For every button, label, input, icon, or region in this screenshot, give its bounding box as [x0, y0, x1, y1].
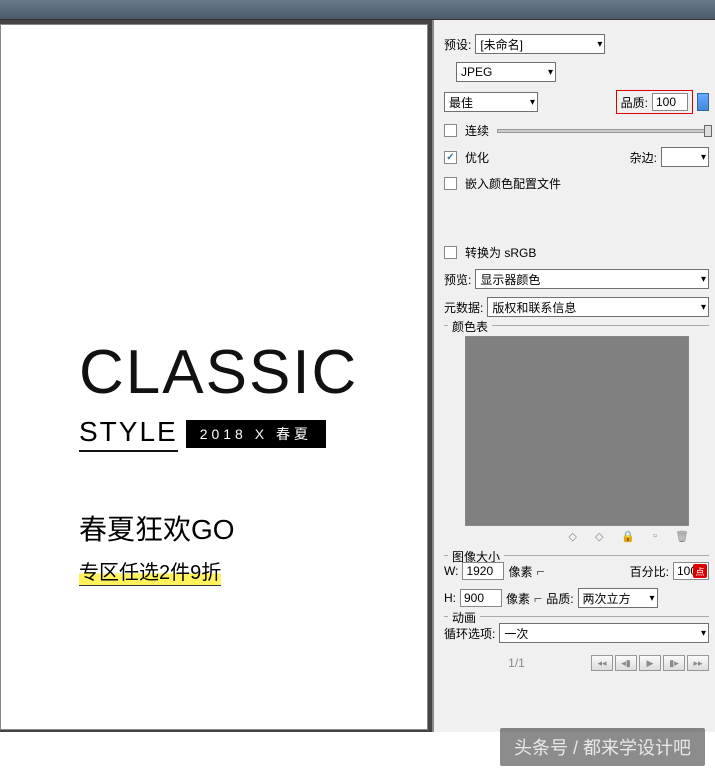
quality-preset-dropdown[interactable]: 最佳 [444, 92, 538, 112]
quality-stepper[interactable] [697, 93, 709, 111]
window-titlebar [0, 0, 715, 20]
animation-title: 动画 [448, 609, 480, 626]
ct-icon[interactable]: ◇ [568, 530, 576, 543]
convert-srgb-label: 转换为 sRGB [465, 244, 536, 261]
loop-dropdown[interactable]: 一次 [499, 623, 709, 643]
color-table[interactable] [465, 336, 689, 526]
format-dropdown[interactable]: JPEG [456, 62, 556, 82]
resample-label: 品质: [546, 590, 573, 607]
ct-icon[interactable]: ▫ [653, 530, 657, 543]
anim-play[interactable]: ▶ [639, 655, 661, 671]
height-unit: 像素 [506, 590, 530, 607]
export-panel: 预设: [未命名] JPEG 最佳 品质: 连续 优化 杂边: [432, 20, 715, 732]
color-table-title: 颜色表 [448, 318, 492, 335]
embed-profile-label: 嵌入颜色配置文件 [465, 175, 561, 192]
convert-srgb-checkbox[interactable] [444, 246, 457, 259]
ct-icon[interactable]: 🔒 [621, 530, 635, 543]
optimized-label: 优化 [465, 149, 489, 166]
width-unit: 像素 [508, 563, 532, 580]
width-input[interactable] [462, 562, 504, 580]
progressive-label: 连续 [465, 122, 489, 139]
artwork-classic: CLASSIC [79, 337, 358, 408]
canvas-preview: CLASSIC STYLE 2018 X 春夏 春夏狂欢GO 专区任选2件9折 [0, 20, 432, 732]
artwork-badge: 2018 X 春夏 [186, 420, 326, 448]
watermark: 头条号 / 都来学设计吧 [500, 728, 705, 766]
link-icon[interactable]: ⌐ [536, 563, 544, 579]
optimized-checkbox[interactable] [444, 151, 457, 164]
quality-highlight: 品质: [616, 90, 693, 114]
width-label: W: [444, 564, 458, 578]
percent-label: 百分比: [630, 563, 669, 580]
ct-icon[interactable]: 🗑 [675, 530, 689, 543]
anim-next[interactable]: ▮▸ [663, 655, 685, 671]
matte-dropdown[interactable] [661, 147, 709, 167]
anim-last[interactable]: ▸▸ [687, 655, 709, 671]
height-label: H: [444, 591, 456, 605]
frame-indicator: 1/1 [444, 656, 589, 670]
progressive-checkbox[interactable] [444, 124, 457, 137]
preset-label: 预设: [444, 36, 471, 53]
anim-prev[interactable]: ◂▮ [615, 655, 637, 671]
embed-profile-checkbox[interactable] [444, 177, 457, 190]
anim-first[interactable]: ◂◂ [591, 655, 613, 671]
quality-label: 品质: [621, 94, 648, 111]
loop-label: 循环选项: [444, 625, 495, 642]
ct-icon[interactable]: ◇ [595, 530, 603, 543]
preview-dropdown[interactable]: 显示器颜色 [475, 269, 709, 289]
matte-label: 杂边: [630, 149, 657, 166]
artwork-style: STYLE [79, 416, 178, 452]
resample-dropdown[interactable]: 两次立方 [578, 588, 658, 608]
artwork-promo2: 专区任选2件9折 [79, 556, 221, 586]
quality-slider[interactable] [497, 129, 709, 133]
quality-input[interactable] [652, 93, 688, 111]
link-icon[interactable]: ⌐ [534, 590, 542, 606]
red-badge: 点 [693, 564, 707, 578]
preset-dropdown[interactable]: [未命名] [475, 34, 605, 54]
artwork-promo1: 春夏狂欢GO [79, 508, 358, 548]
metadata-dropdown[interactable]: 版权和联系信息 [487, 297, 709, 317]
color-table-toolbar: ◇ ◇ 🔒 ▫ 🗑 [444, 530, 709, 543]
height-input[interactable] [460, 589, 502, 607]
metadata-label: 元数据: [444, 299, 483, 316]
preview-label: 预览: [444, 271, 471, 288]
